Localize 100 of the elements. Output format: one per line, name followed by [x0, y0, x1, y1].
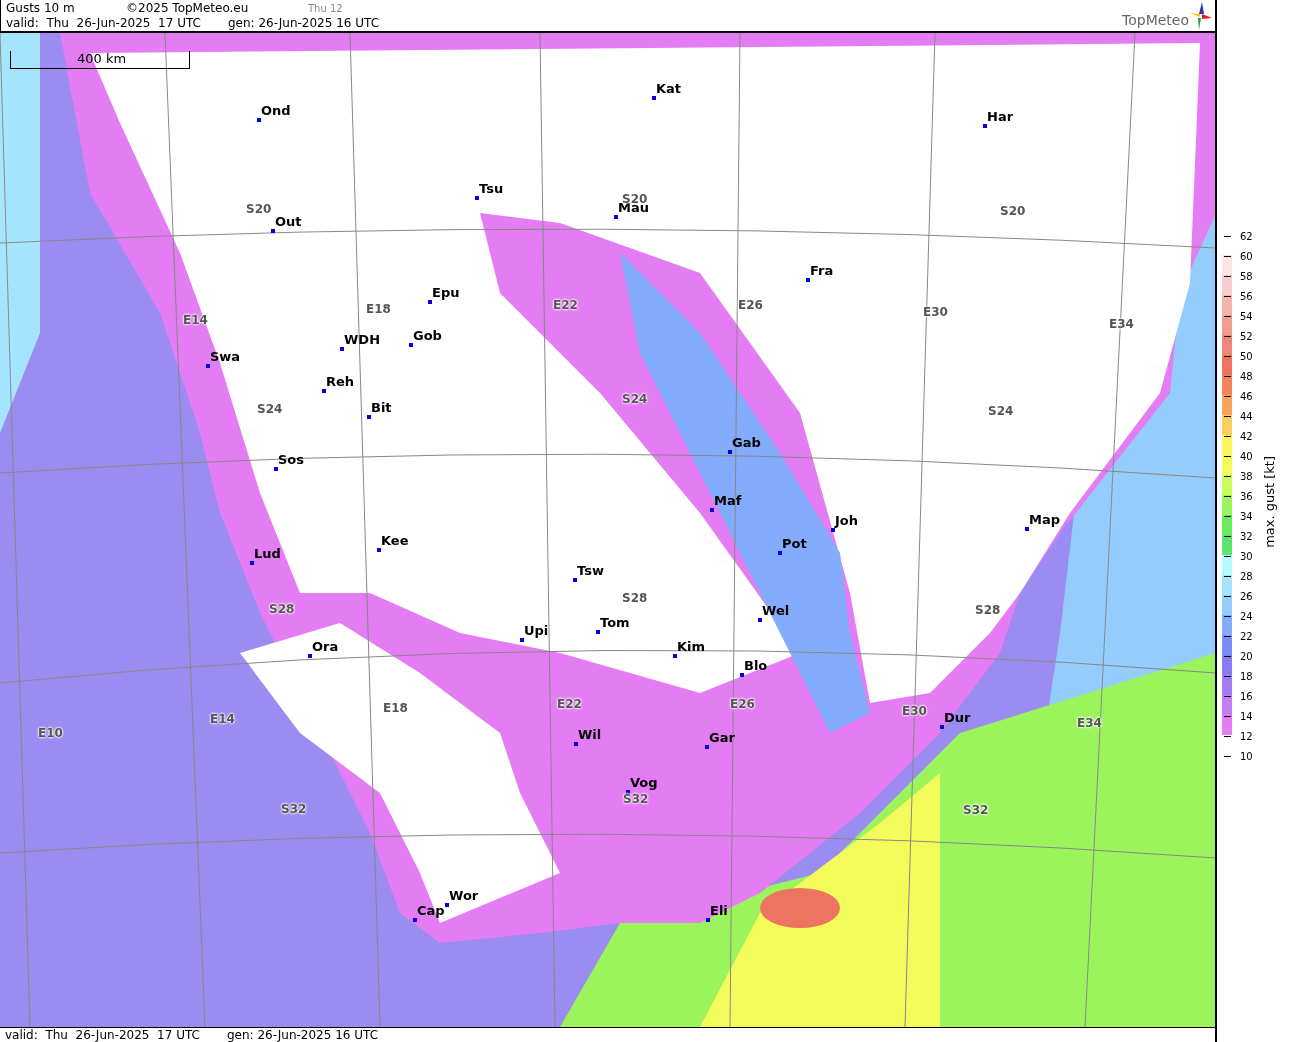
- tick-label: 60: [1240, 250, 1253, 262]
- tick-label: 14: [1240, 710, 1253, 722]
- valid-time: valid: Thu 26-Jun-2025 17 UTC: [5, 1028, 201, 1042]
- grid-label: E22: [553, 298, 578, 312]
- tick-mark: [1224, 455, 1231, 457]
- station-marker: [377, 548, 381, 552]
- tick-mark: [1224, 515, 1231, 517]
- station-label: Dur: [944, 710, 971, 725]
- tick-label: 28: [1240, 570, 1253, 582]
- grid-label: E18: [366, 302, 391, 316]
- station-marker: [445, 903, 449, 907]
- station-marker: [806, 278, 810, 282]
- tick-label: 32: [1240, 530, 1253, 542]
- tick-label: 18: [1240, 670, 1253, 682]
- grid-label: S32: [623, 792, 649, 806]
- station-label: Maf: [714, 493, 742, 508]
- tick-mark: [1224, 715, 1231, 717]
- station-label: Joh: [835, 513, 859, 528]
- station-label: WDH: [344, 332, 380, 347]
- tick-label: 52: [1240, 330, 1253, 342]
- station-label: Ora: [312, 639, 339, 654]
- tick-mark: [1224, 355, 1231, 357]
- tick-label: 36: [1240, 490, 1253, 502]
- station-label: Sos: [278, 452, 305, 467]
- tick-mark: [1224, 395, 1231, 397]
- tick-mark: [1224, 375, 1231, 377]
- station-marker: [308, 654, 312, 658]
- grid-label: E14: [210, 712, 235, 726]
- station-label: Map: [1029, 512, 1060, 527]
- tick-label: 26: [1240, 590, 1253, 602]
- grid-label: E10: [38, 726, 63, 740]
- station-label: Vog: [630, 775, 658, 790]
- tick-label: 62: [1240, 230, 1253, 242]
- station-marker: [673, 654, 677, 658]
- station-label: Epu: [432, 285, 460, 300]
- station-marker: [728, 450, 732, 454]
- tick-label: 42: [1240, 430, 1253, 442]
- station-marker: [778, 551, 782, 555]
- tick-mark: [1224, 695, 1231, 697]
- station-marker: [340, 347, 344, 351]
- station-label: Pot: [782, 536, 807, 551]
- grid-label: S24: [622, 392, 648, 406]
- tick-mark: [1224, 575, 1231, 577]
- station-label: Tsu: [479, 181, 504, 196]
- station-marker: [652, 96, 656, 100]
- station-marker: [413, 918, 417, 922]
- station-label: Blo: [744, 658, 768, 673]
- station-label: Gab: [732, 435, 761, 450]
- station-marker: [257, 118, 261, 122]
- copyright-text: ©2025 TopMeteo.eu: [126, 1, 250, 16]
- tick-label: 48: [1240, 370, 1253, 382]
- station-marker: [710, 508, 714, 512]
- station-marker: [520, 638, 524, 642]
- station-marker: [983, 124, 987, 128]
- tick-label: 24: [1240, 610, 1253, 622]
- tick-label: 34: [1240, 510, 1253, 522]
- station-marker: [740, 673, 744, 677]
- generated-time: gen: 26-Jun-2025 16 UTC: [227, 1028, 379, 1042]
- tick-mark: [1224, 335, 1231, 337]
- grid-label: E18: [383, 701, 408, 715]
- tick-mark: [1224, 255, 1231, 257]
- tick-mark: [1224, 315, 1231, 317]
- tick-label: 12: [1240, 730, 1253, 742]
- tick-label: 20: [1240, 650, 1253, 662]
- station-label: Bit: [371, 400, 392, 415]
- tick-label: 54: [1240, 310, 1253, 322]
- station-marker: [831, 528, 835, 532]
- valid-time: valid: Thu 26-Jun-2025 17 UTC: [6, 16, 202, 31]
- station-marker: [574, 742, 578, 746]
- station-marker: [758, 618, 762, 622]
- station-marker: [596, 630, 600, 634]
- grid-label: S32: [281, 802, 307, 816]
- grid-label: S28: [269, 602, 295, 616]
- grid-label: E34: [1109, 317, 1134, 331]
- generated-time: gen: 26-Jun-2025 16 UTC: [228, 16, 380, 31]
- tick-label: 46: [1240, 390, 1253, 402]
- tick-mark: [1224, 635, 1231, 637]
- legend-title: max. gust [kt]: [1262, 456, 1277, 548]
- tick-mark: [1224, 475, 1231, 477]
- tick-mark: [1224, 755, 1231, 757]
- station-marker: [206, 364, 210, 368]
- station-marker: [475, 196, 479, 200]
- tick-mark: [1224, 415, 1231, 417]
- station-label: Wil: [578, 727, 602, 742]
- grid-label: S24: [988, 404, 1014, 418]
- station-label: Gob: [413, 328, 442, 343]
- tick-label: 50: [1240, 350, 1253, 362]
- tick-label: 22: [1240, 630, 1253, 642]
- tick-mark: [1224, 235, 1231, 237]
- station-marker: [271, 229, 275, 233]
- tick-mark: [1224, 735, 1231, 737]
- station-label: Eli: [710, 903, 728, 918]
- station-marker: [626, 790, 630, 794]
- tick-mark: [1224, 275, 1231, 277]
- tick-mark: [1224, 535, 1231, 537]
- station-label: Fra: [810, 263, 834, 278]
- tick-mark: [1224, 295, 1231, 297]
- scale-bar: 400 km: [10, 51, 190, 69]
- station-label: Tsw: [577, 563, 604, 578]
- tick-mark: [1224, 675, 1231, 677]
